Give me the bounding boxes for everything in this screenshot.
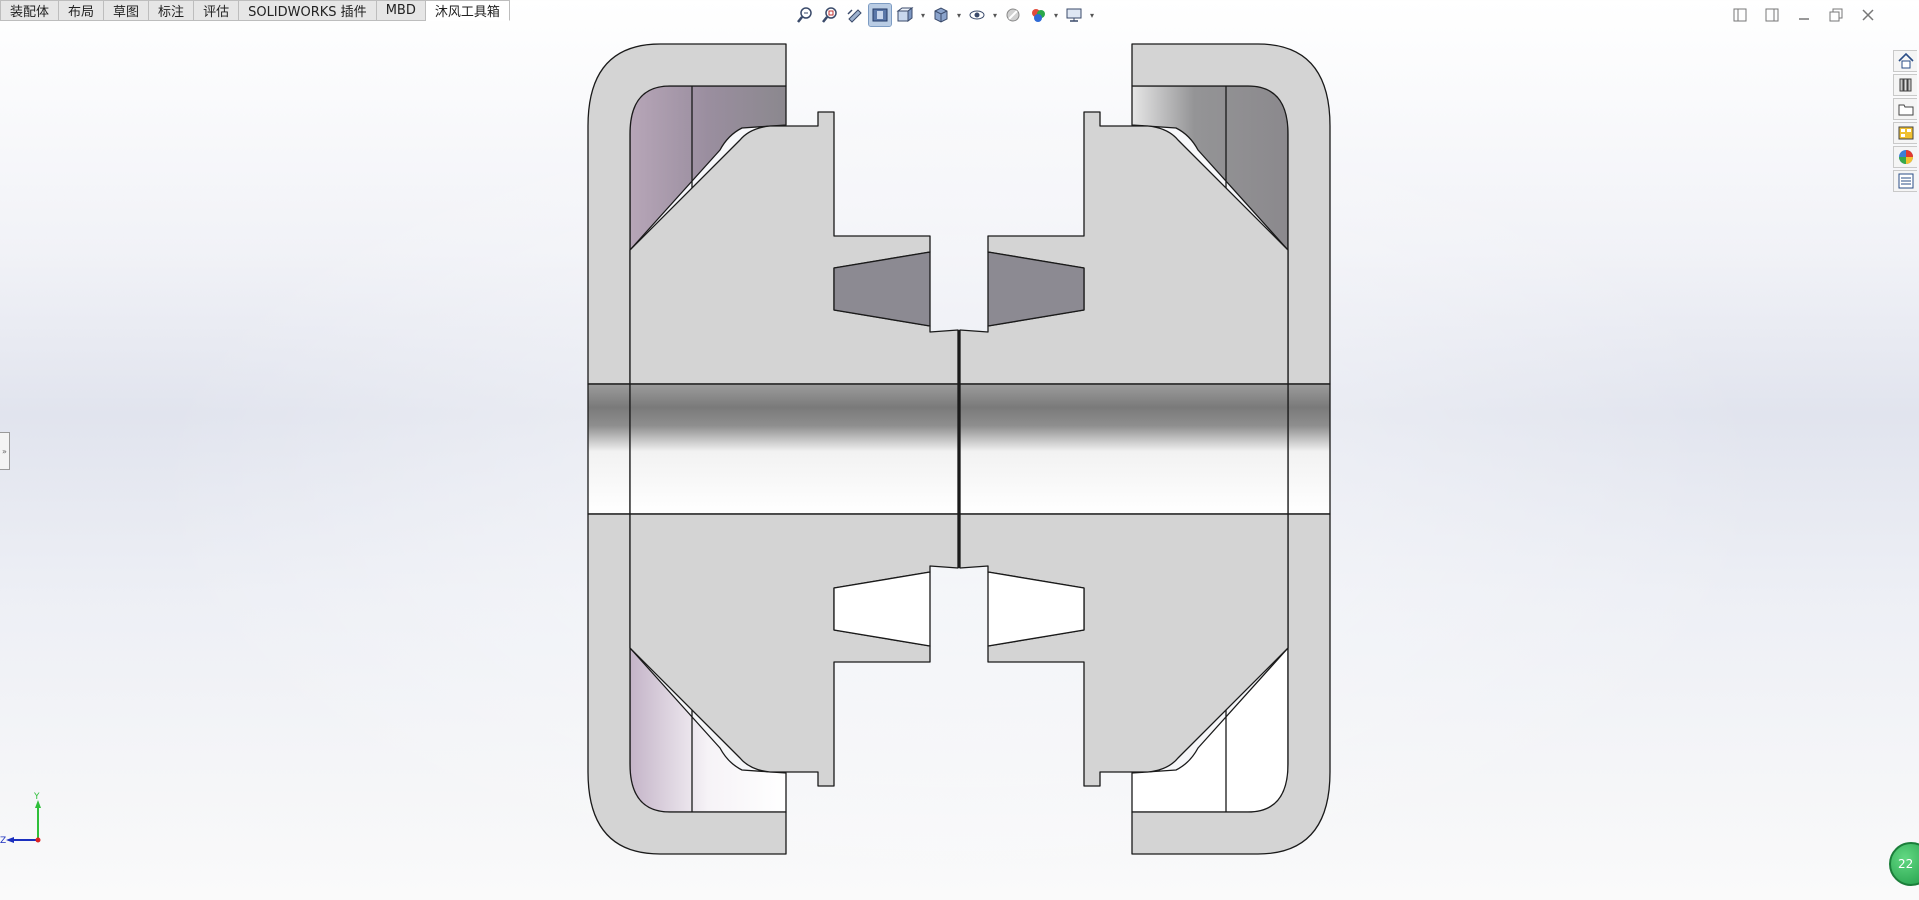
triad-z-label: Z [0,836,6,846]
tile-right-icon[interactable] [1763,6,1781,24]
left-coupling-half[interactable] [587,43,959,515]
tab-mufeng-toolbox[interactable]: 沐风工具箱 [425,0,510,21]
tab-markup[interactable]: 标注 [149,0,195,21]
right-coupling-half[interactable] [959,43,1331,515]
hide-show-items-icon[interactable] [966,4,988,26]
design-library-icon[interactable] [1893,74,1917,96]
tab-mbd[interactable]: MBD [376,0,426,21]
view-settings-dropdown-icon[interactable]: ▾ [1088,4,1096,26]
tab-solidworks-addins[interactable]: SOLIDWORKS 插件 [239,0,377,21]
document-window-controls [1731,6,1877,24]
bottom-right-coupling-half[interactable] [959,513,1331,855]
status-badge-text: 22 [1898,857,1914,871]
tab-layout[interactable]: 布局 [59,0,105,21]
feature-manager-expand-handle[interactable]: » [0,432,10,470]
bottom-left-coupling-half[interactable] [587,513,959,855]
task-pane-tabs [1893,50,1919,192]
zoom-to-fit-icon[interactable] [794,4,816,26]
display-style-dropdown-icon[interactable]: ▾ [955,4,963,26]
apply-scene-icon[interactable] [1027,4,1049,26]
appearances-icon[interactable] [1893,146,1917,168]
tab-assembly[interactable]: 装配体 [0,0,60,21]
previous-view-icon[interactable] [844,4,866,26]
zoom-to-area-icon[interactable] [819,4,841,26]
view-orientation-dropdown-icon[interactable]: ▾ [919,4,927,26]
restore-icon[interactable] [1827,6,1845,24]
minimize-icon[interactable] [1795,6,1813,24]
reference-triad: Y Z [0,792,50,852]
command-manager-tabs: 装配体 布局 草图 标注 评估 SOLIDWORKS 插件 MBD 沐风工具箱 [0,0,510,22]
section-view-icon[interactable] [868,3,892,27]
tab-evaluate[interactable]: 评估 [194,0,240,21]
tile-left-icon[interactable] [1731,6,1749,24]
edit-appearance-icon[interactable] [1002,4,1024,26]
display-style-icon[interactable] [930,4,952,26]
tab-sketch[interactable]: 草图 [104,0,150,21]
view-settings-icon[interactable] [1063,4,1085,26]
custom-properties-icon[interactable] [1893,170,1917,192]
heads-up-view-toolbar: ▾ ▾ ▾ ▾ ▾ [794,3,1096,27]
file-explorer-icon[interactable] [1893,98,1917,120]
close-icon[interactable] [1859,6,1877,24]
apply-scene-dropdown-icon[interactable]: ▾ [1052,4,1060,26]
home-icon[interactable] [1893,50,1917,72]
section-view-model [587,43,1331,855]
hide-show-dropdown-icon[interactable]: ▾ [991,4,999,26]
view-orientation-icon[interactable] [894,4,916,26]
view-palette-icon[interactable] [1893,122,1917,144]
triad-y-label: Y [33,792,40,802]
